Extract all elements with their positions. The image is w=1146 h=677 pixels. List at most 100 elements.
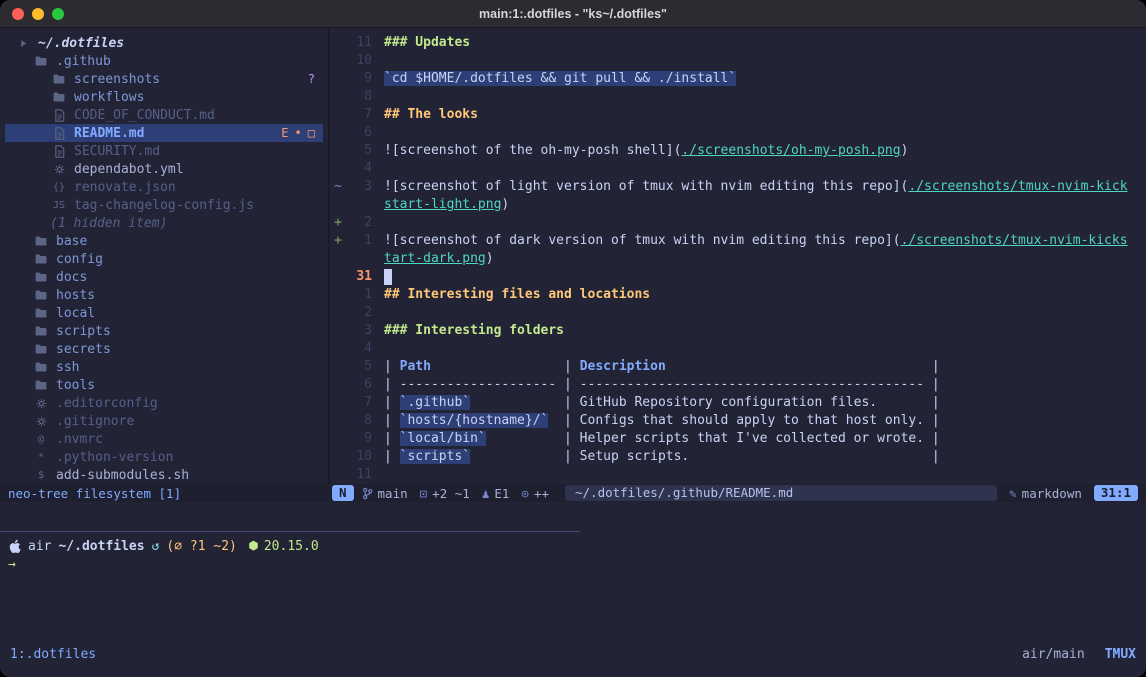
tmux-badge: TMUX [1105,647,1136,662]
tree-item-hosts[interactable]: hosts [5,286,323,304]
minimize-button[interactable] [32,8,44,20]
editor-line[interactable]: 1## Interesting files and locations [330,286,1146,304]
tree-item-readme-md[interactable]: README.mdE•□ [5,124,323,142]
editor-line[interactable]: 5![screenshot of the oh-my-posh shell](.… [330,142,1146,160]
editor-pane[interactable]: 11### Updates 10 9`cd $HOME/.dotfiles &&… [330,28,1146,484]
tree-item-label: .github [56,54,111,69]
editor-line[interactable]: 4 [330,160,1146,178]
editor-line[interactable]: 7## The looks [330,106,1146,124]
editor-line[interactable]: 11 [330,466,1146,484]
tree-item-add-submodules-sh[interactable]: $add-submodules.sh [5,466,323,484]
line-text: | `hosts/{hostname}/` | Configs that sho… [384,412,940,430]
tree-item-tag-changelog-config-js[interactable]: JStag-changelog-config.js [5,196,323,214]
tree-item-python-version[interactable]: *.python-version [5,448,323,466]
editor-line[interactable]: +2 [330,214,1146,232]
editor-line[interactable]: 31 [330,268,1146,286]
editor-line[interactable]: 8 [330,88,1146,106]
git-diff-icon: ⊡ [420,486,428,501]
tree-item-dotfiles[interactable]: ~/.dotfiles [5,34,323,52]
tree-item-base[interactable]: base [5,232,323,250]
editor-line[interactable]: 2 [330,304,1146,322]
gutter-sign [330,160,346,178]
editor-line[interactable]: 11### Updates [330,34,1146,52]
editor-line[interactable]: start-light.png) [330,196,1146,214]
editor-line[interactable]: ~3![screenshot of light version of tmux … [330,178,1146,196]
tree-item-label: secrets [56,342,111,357]
expander-icon [14,39,32,48]
editor-line[interactable]: 8| `hosts/{hostname}/` | Configs that sh… [330,412,1146,430]
tree-item-local[interactable]: local [5,304,323,322]
text-segment: | [431,359,580,374]
tree-item-scripts[interactable]: scripts [5,322,323,340]
editor-line[interactable]: 6| -------------------- | --------------… [330,376,1146,394]
editor-line[interactable]: 9| `local/bin` | Helper scripts that I'v… [330,430,1146,448]
tmux-pane-divider[interactable] [0,531,580,532]
tree-item-label: ssh [56,360,79,375]
editor-line[interactable]: +1![screenshot of dark version of tmux w… [330,232,1146,250]
editor-line[interactable]: tart-dark.png) [330,250,1146,268]
tree-item-editorconfig[interactable]: .editorconfig [5,394,323,412]
tree-item-label: .nvmrc [56,432,103,447]
tree-item-renovate-json[interactable]: {}renovate.json [5,178,323,196]
line-number: 3 [346,322,372,340]
folder-icon [32,326,50,336]
markdown-link: ./screenshots/tmux-nvim-kick [908,179,1127,194]
line-text: start-light.png) [384,196,509,214]
line-number: 2 [346,214,372,232]
editor-line[interactable]: 4 [330,340,1146,358]
node-version: 20.15.0 [264,539,319,554]
editor-line[interactable]: 3### Interesting folders [330,322,1146,340]
tree-item-code-of-conduct-md[interactable]: CODE_OF_CONDUCT.md [5,106,323,124]
tree-item-tools[interactable]: tools [5,376,323,394]
tree-item-github[interactable]: .github [5,52,323,70]
gutter-sign [330,196,346,214]
tree-item-gitignore[interactable]: .gitignore [5,412,323,430]
traffic-lights [12,8,64,20]
close-button[interactable] [12,8,24,20]
tree-item-ssh[interactable]: ssh [5,358,323,376]
line-text: ### Updates [384,34,470,52]
tree-item-label: SECURITY.md [74,144,160,159]
tree-item-label: dependabot.yml [74,162,184,177]
tree-item-secrets[interactable]: secrets [5,340,323,358]
editor-line[interactable]: 6 [330,124,1146,142]
tree-item-label: .python-version [56,450,173,465]
line-text: | `scripts` | Setup scripts. | [384,448,940,466]
editor-line[interactable]: 10 [330,52,1146,70]
document-icon [50,145,68,158]
untracked-badge: ? [308,72,315,86]
tree-item-1-hidden-item[interactable]: (1 hidden item) [5,214,323,232]
shell-prompt[interactable]: air ~/.dotfiles ↺ (⌀ ?1 ~2) 20.15.0 [8,537,319,555]
prompt-arrow[interactable]: → [8,557,16,572]
editor-line[interactable]: 5| Path | Description | [330,358,1146,376]
folder-icon [32,254,50,264]
text-segment: | Setup scripts. | [470,449,940,464]
tree-item-nvmrc[interactable]: @.nvmrc [5,430,323,448]
tmux-window-label[interactable]: 1:.dotfiles [10,647,96,662]
line-text [384,268,392,286]
gutter-sign: ~ [330,178,346,196]
tree-item-label: CODE_OF_CONDUCT.md [74,108,215,123]
tree-item-workflows[interactable]: workflows [5,88,323,106]
text-segment: ) [486,251,494,266]
tree-item-screenshots[interactable]: screenshots? [5,70,323,88]
text-segment: | Configs that should apply to that host… [548,413,939,428]
editor-line[interactable]: 7| `.github` | GitHub Repository configu… [330,394,1146,412]
line-number: 7 [346,394,372,412]
tree-item-dependabot-yml[interactable]: dependabot.yml [5,160,323,178]
gutter-sign [330,52,346,70]
diagnostics-label: E1 [494,486,509,501]
editor-line[interactable]: 9`cd $HOME/.dotfiles && git pull && ./in… [330,70,1146,88]
tree-item-config[interactable]: config [5,250,323,268]
gutter-sign [330,358,346,376]
editor-line[interactable]: 10| `scripts` | Setup scripts. | [330,448,1146,466]
zoom-button[interactable] [52,8,64,20]
tree-item-security-md[interactable]: SECURITY.md [5,142,323,160]
text-segment: | [666,359,940,374]
folder-icon [32,362,50,372]
gear-icon [32,398,50,409]
tree-item-docs[interactable]: docs [5,268,323,286]
git-branch-icon [362,487,373,500]
text-cursor [384,269,392,285]
document-icon [50,109,68,122]
